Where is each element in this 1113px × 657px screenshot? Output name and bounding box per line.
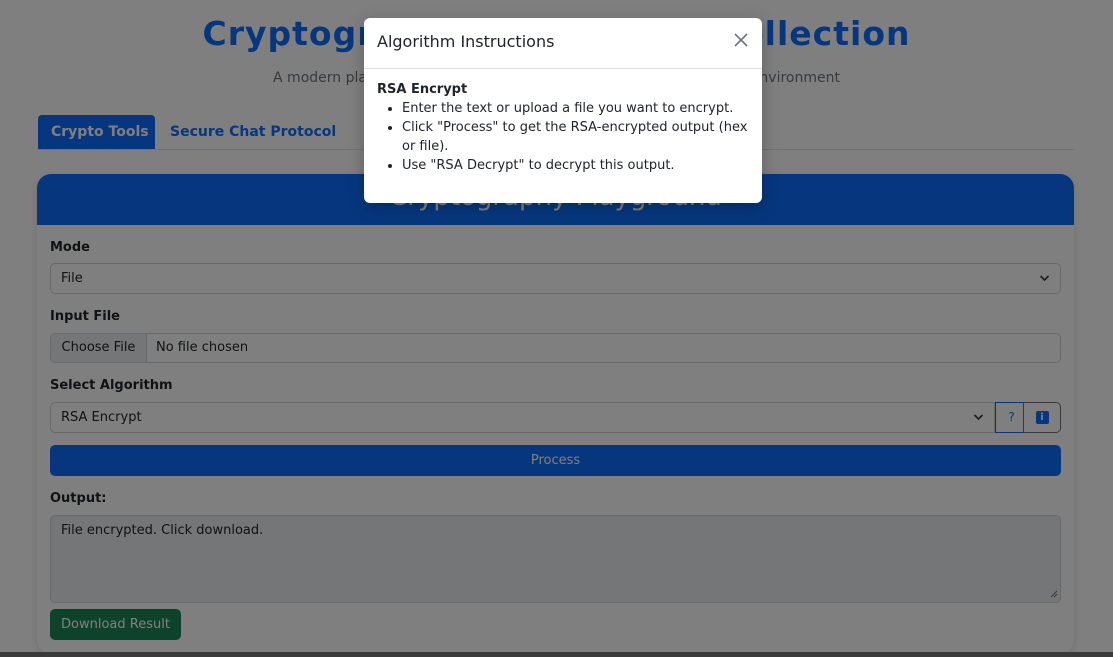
page: Cryptography Playground Collection A mod… xyxy=(0,0,1113,657)
list-item: Use "RSA Decrypt" to decrypt this output… xyxy=(402,156,749,175)
instruction-list: Enter the text or upload a file you want… xyxy=(377,99,749,175)
close-icon[interactable] xyxy=(732,31,750,54)
modal-title: Algorithm Instructions xyxy=(377,32,555,51)
modal-body: RSA Encrypt Enter the text or upload a f… xyxy=(377,82,749,175)
list-item: Enter the text or upload a file you want… xyxy=(402,99,749,118)
modal-heading: RSA Encrypt xyxy=(377,82,468,97)
bottom-edge xyxy=(0,652,1113,657)
list-item: Click "Process" to get the RSA-encrypted… xyxy=(402,118,749,156)
modal-header: Algorithm Instructions xyxy=(364,18,762,69)
algorithm-instructions-modal: Algorithm Instructions RSA Encrypt Enter… xyxy=(364,18,762,203)
